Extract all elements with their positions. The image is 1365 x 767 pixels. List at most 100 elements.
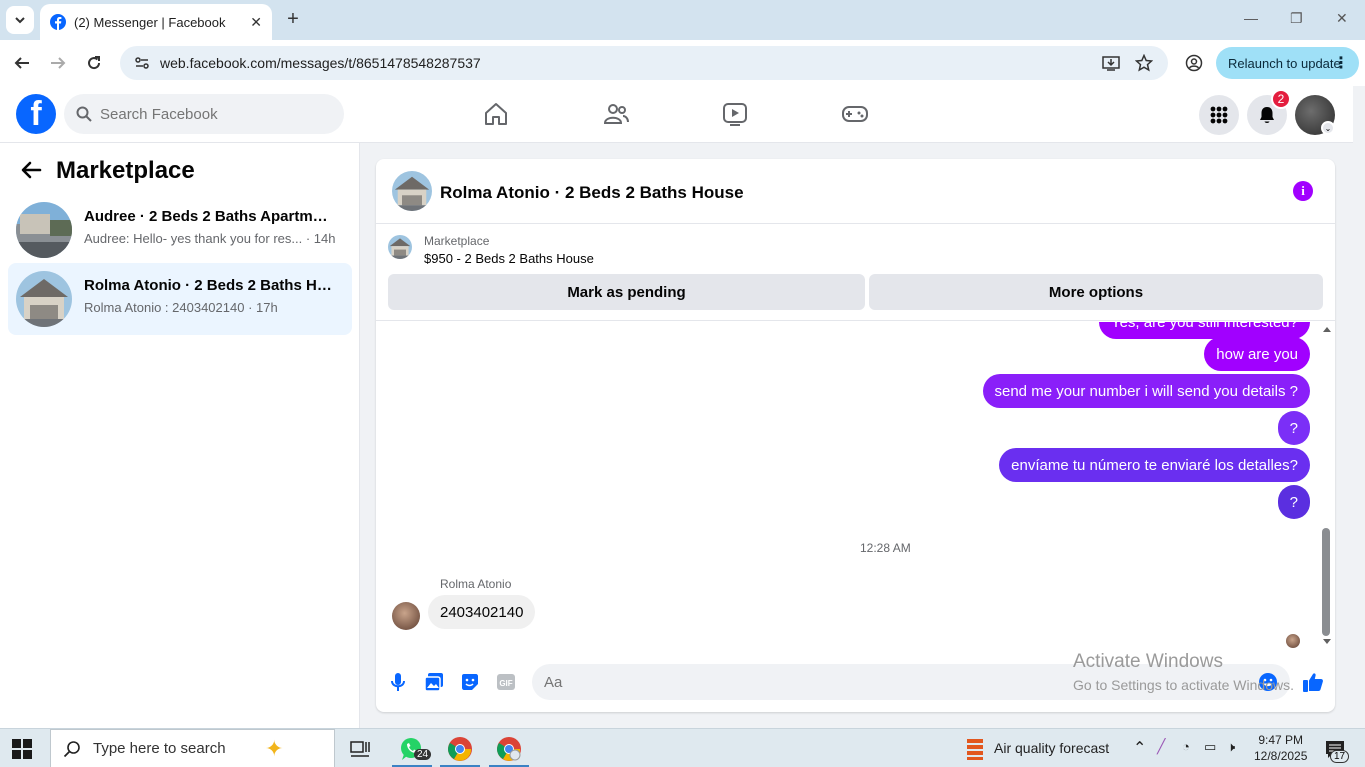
seen-indicator-avatar <box>1286 634 1300 648</box>
chevron-down-icon <box>15 17 25 24</box>
info-icon[interactable]: i <box>1293 181 1313 201</box>
friends-icon[interactable] <box>600 98 632 130</box>
page-scrollbar[interactable] <box>1353 86 1365 727</box>
scrollbar-thumb[interactable] <box>1322 528 1330 636</box>
browser-toolbar: web.facebook.com/messages/t/865147854828… <box>0 40 1365 86</box>
conversation-preview-text: Rolma Atonio : 2403402140 <box>84 300 245 315</box>
browser-tab[interactable]: (2) Messenger | Facebook ✕ <box>40 4 272 40</box>
sticker-icon[interactable] <box>459 671 481 693</box>
new-tab-button[interactable]: + <box>282 8 304 30</box>
task-view-icon[interactable] <box>346 735 374 763</box>
taskbar-search-text: Type here to search <box>93 740 226 757</box>
account-chevron-icon[interactable]: ⌄ <box>1321 121 1335 135</box>
relaunch-button[interactable]: Relaunch to update ⋮ <box>1216 47 1359 79</box>
weather-text[interactable]: Air quality forecast <box>994 740 1109 756</box>
conversation-preview-text: Audree: Hello- yes thank you for res... <box>84 231 303 246</box>
bell-icon <box>1260 107 1274 123</box>
profile-icon[interactable] <box>1183 52 1205 74</box>
chat-listing-thumbnail[interactable] <box>392 171 432 211</box>
site-settings-icon[interactable] <box>134 55 150 71</box>
listing-thumbnail <box>16 271 72 327</box>
bookmark-star-icon[interactable] <box>1134 53 1154 77</box>
facebook-search-box[interactable] <box>64 94 344 134</box>
facebook-search-input[interactable] <box>100 105 320 123</box>
listing-label: Marketplace <box>424 234 490 248</box>
facebook-logo-icon[interactable]: f <box>16 94 56 134</box>
chat-header: Rolma Atonio · 2 Beds 2 Baths House i <box>376 159 1335 224</box>
home-icon[interactable] <box>480 98 512 130</box>
reload-icon[interactable] <box>83 52 105 74</box>
more-vert-icon[interactable]: ⋮ <box>1333 53 1349 73</box>
outgoing-message: how are you <box>1204 337 1310 371</box>
outgoing-message: send me your number i will send you deta… <box>982 374 1310 408</box>
svg-text:GIF: GIF <box>499 679 512 688</box>
browser-tab-bar: (2) Messenger | Facebook ✕ + — ❐ ✕ <box>0 0 1365 40</box>
windows-start-icon[interactable] <box>12 739 34 759</box>
back-arrow-icon[interactable] <box>20 159 44 183</box>
outgoing-message: ? <box>1277 411 1310 445</box>
taskbar-clock[interactable]: 9:47 PM 12/8/2025 <box>1254 732 1307 764</box>
address-bar[interactable]: web.facebook.com/messages/t/865147854828… <box>120 46 1168 80</box>
pen-icon[interactable]: ╱ <box>1157 738 1165 755</box>
taskbar-search-box[interactable]: Type here to search ✦ <box>50 729 335 767</box>
restore-icon[interactable]: ❐ <box>1290 10 1303 27</box>
minimize-icon[interactable]: — <box>1244 10 1258 26</box>
photo-icon[interactable] <box>423 671 445 693</box>
relaunch-label: Relaunch to update <box>1228 55 1341 71</box>
incoming-message: 2403402140 <box>428 595 536 629</box>
scroll-up-icon[interactable] <box>1322 325 1332 333</box>
mark-as-pending-button[interactable]: Mark as pending <box>388 274 865 310</box>
message-timestamp: 12:28 AM <box>860 541 911 555</box>
whatsapp-badge: 24 <box>414 749 432 760</box>
install-app-icon[interactable] <box>1102 54 1120 77</box>
conversation-item[interactable]: Audree · 2 Beds 2 Baths Apartmen... Audr… <box>8 194 352 266</box>
listing-thumbnail <box>16 202 72 258</box>
chat-title[interactable]: Rolma Atonio · 2 Beds 2 Baths House <box>440 183 744 203</box>
clock-time: 9:47 PM <box>1258 733 1304 747</box>
back-arrow-icon[interactable] <box>11 52 33 74</box>
scroll-down-icon[interactable] <box>1322 638 1332 646</box>
network-icon[interactable]: ◔ <box>1182 739 1190 754</box>
emoji-icon[interactable] <box>1258 672 1278 692</box>
window-close-icon[interactable]: ✕ <box>1336 10 1348 27</box>
gif-icon[interactable]: GIF <box>495 671 517 693</box>
thumbs-up-icon[interactable] <box>1302 671 1324 693</box>
microphone-icon[interactable] <box>387 671 409 693</box>
conversation-time: · 14h <box>305 231 336 246</box>
conversation-preview: Rolma Atonio : 2403402140 · 17h <box>84 300 278 315</box>
forward-arrow-icon[interactable] <box>47 52 69 74</box>
search-icon <box>76 106 92 122</box>
gaming-icon[interactable] <box>839 98 871 130</box>
chrome-profile-icon[interactable] <box>495 735 523 763</box>
conversation-time: · 17h <box>248 300 278 315</box>
battery-icon[interactable]: ▭ <box>1204 739 1216 755</box>
conversation-item[interactable]: Rolma Atonio · 2 Beds 2 Baths Ho... Rolm… <box>8 263 352 335</box>
tab-search-button[interactable] <box>6 6 34 34</box>
listing-thumbnail[interactable] <box>388 235 412 259</box>
notification-badge: 2 <box>1271 89 1291 109</box>
message-input-box[interactable] <box>532 664 1290 700</box>
grid-menu-icon <box>1210 106 1228 124</box>
sender-avatar[interactable] <box>392 602 420 630</box>
tab-close-icon[interactable]: ✕ <box>250 14 262 31</box>
outgoing-message: ? <box>1277 485 1310 519</box>
listing-price[interactable]: $950 - 2 Beds 2 Baths House <box>424 251 594 266</box>
search-icon <box>63 740 80 757</box>
chrome-icon[interactable] <box>446 735 474 763</box>
tray-chevron-up-icon[interactable]: ⌃ <box>1133 738 1146 758</box>
menu-button[interactable] <box>1199 95 1239 135</box>
copilot-sparkle-icon[interactable]: ✦ <box>265 736 283 762</box>
weather-icon[interactable] <box>961 735 989 763</box>
more-options-button[interactable]: More options <box>869 274 1323 310</box>
message-scrollbar[interactable] <box>1320 322 1334 652</box>
volume-muted-icon[interactable]: 🕨 <box>1227 739 1235 755</box>
conversation-name: Rolma Atonio · 2 Beds 2 Baths Ho... <box>84 277 334 294</box>
facebook-header: f ⌄ <box>0 86 1365 143</box>
outgoing-message: envíame tu número te enviaré los detalle… <box>999 448 1310 482</box>
tab-title: (2) Messenger | Facebook <box>74 14 226 30</box>
conversation-preview: Audree: Hello- yes thank you for res... … <box>84 231 335 246</box>
notification-center-badge: 17 <box>1330 750 1350 763</box>
message-input[interactable] <box>544 673 1224 691</box>
windows-taskbar: Type here to search ✦ 24 Air quality for… <box>0 728 1365 767</box>
video-icon[interactable] <box>719 98 751 130</box>
